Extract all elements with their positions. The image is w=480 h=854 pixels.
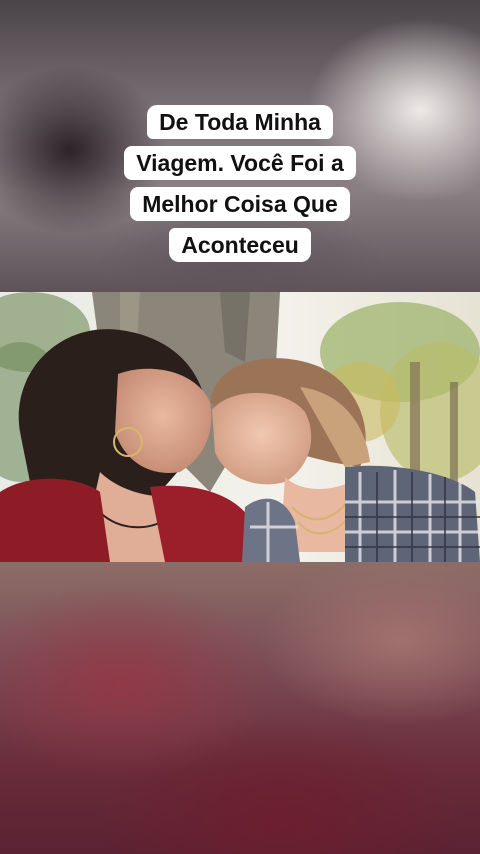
caption-line-3: Melhor Coisa Que [130, 187, 350, 221]
blurred-backdrop-bottom [0, 562, 480, 854]
caption-overlay: De Toda Minha Viagem. Você Foi a Melhor … [0, 105, 480, 270]
video-player[interactable] [0, 292, 480, 562]
caption-line-2: Viagem. Você Foi a [124, 146, 356, 180]
video-still-image [0, 292, 480, 562]
caption-line-4: Aconteceu [169, 228, 311, 262]
video-post-screen: De Toda Minha Viagem. Você Foi a Melhor … [0, 0, 480, 854]
caption-line-1: De Toda Minha [147, 105, 333, 139]
